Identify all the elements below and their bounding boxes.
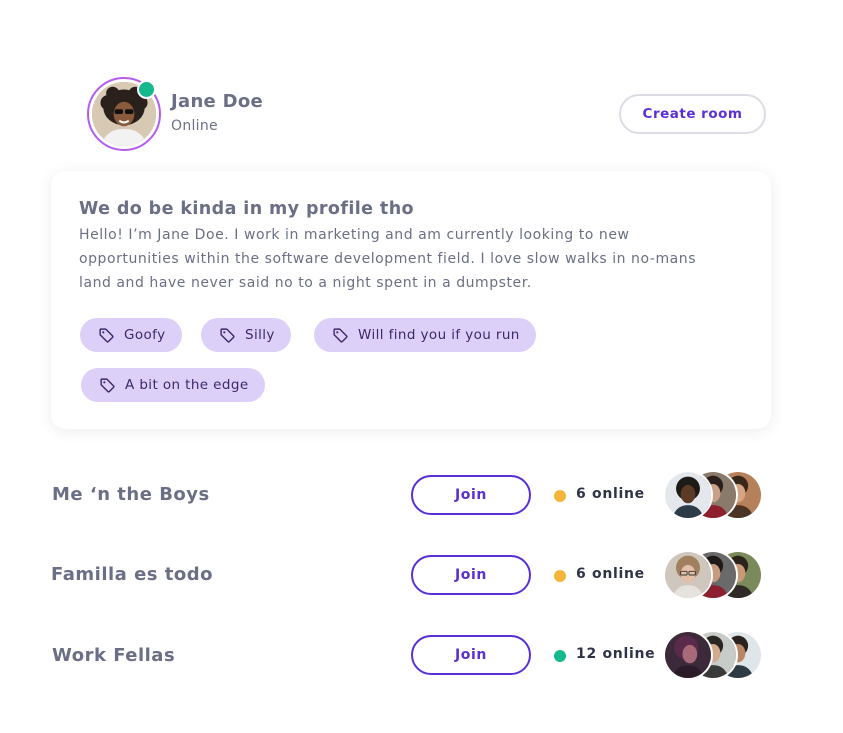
online-count: 6 online	[576, 486, 645, 502]
online-count: 12 online	[576, 646, 656, 662]
bio-text: Hello! I’m Jane Doe. I work in marketing…	[79, 227, 697, 291]
user-status: Online	[171, 118, 218, 134]
bio-title: We do be kinda in my profile tho	[79, 199, 414, 219]
user-name: Jane Doe	[171, 91, 264, 112]
tag-icon	[99, 377, 116, 394]
join-button[interactable]: Join	[411, 555, 531, 595]
avatar	[663, 470, 713, 520]
avatar	[663, 550, 713, 600]
profile-header: Jane Doe Online Create room	[87, 77, 767, 151]
member-avatars[interactable]	[663, 630, 763, 680]
room-name: Work Fellas	[52, 645, 176, 666]
member-avatars[interactable]	[663, 550, 763, 600]
tag-label: Goofy	[124, 327, 166, 343]
tag-icon	[332, 327, 349, 344]
room-name: Me ‘n the Boys	[52, 484, 210, 505]
tag-label: Will find you if you run	[358, 327, 520, 343]
online-status-dot	[554, 570, 566, 582]
tag-icon	[98, 327, 115, 344]
tag-label: A bit on the edge	[125, 377, 249, 393]
avatar	[663, 630, 713, 680]
room-row: Work Fellas Join 12 online	[0, 625, 843, 685]
join-button[interactable]: Join	[411, 475, 531, 515]
online-status-dot	[137, 80, 156, 99]
online-count: 6 online	[576, 566, 645, 582]
create-room-button[interactable]: Create room	[619, 94, 766, 134]
room-row: Familla es todo Join 6 online	[0, 545, 843, 605]
tag-goofy[interactable]: Goofy	[80, 318, 182, 352]
tag-silly[interactable]: Silly	[201, 318, 291, 352]
online-status-dot	[554, 650, 566, 662]
join-button[interactable]: Join	[411, 635, 531, 675]
room-name: Familla es todo	[51, 564, 213, 585]
bio-card: We do be kinda in my profile tho Hello! …	[51, 171, 771, 429]
room-row: Me ‘n the Boys Join 6 online	[0, 465, 843, 525]
tag-on-the-edge[interactable]: A bit on the edge	[81, 368, 265, 402]
tag-icon	[219, 327, 236, 344]
member-avatars[interactable]	[663, 470, 763, 520]
online-status-dot	[554, 490, 566, 502]
tag-label: Silly	[245, 327, 275, 343]
tag-will-find-you[interactable]: Will find you if you run	[314, 318, 536, 352]
